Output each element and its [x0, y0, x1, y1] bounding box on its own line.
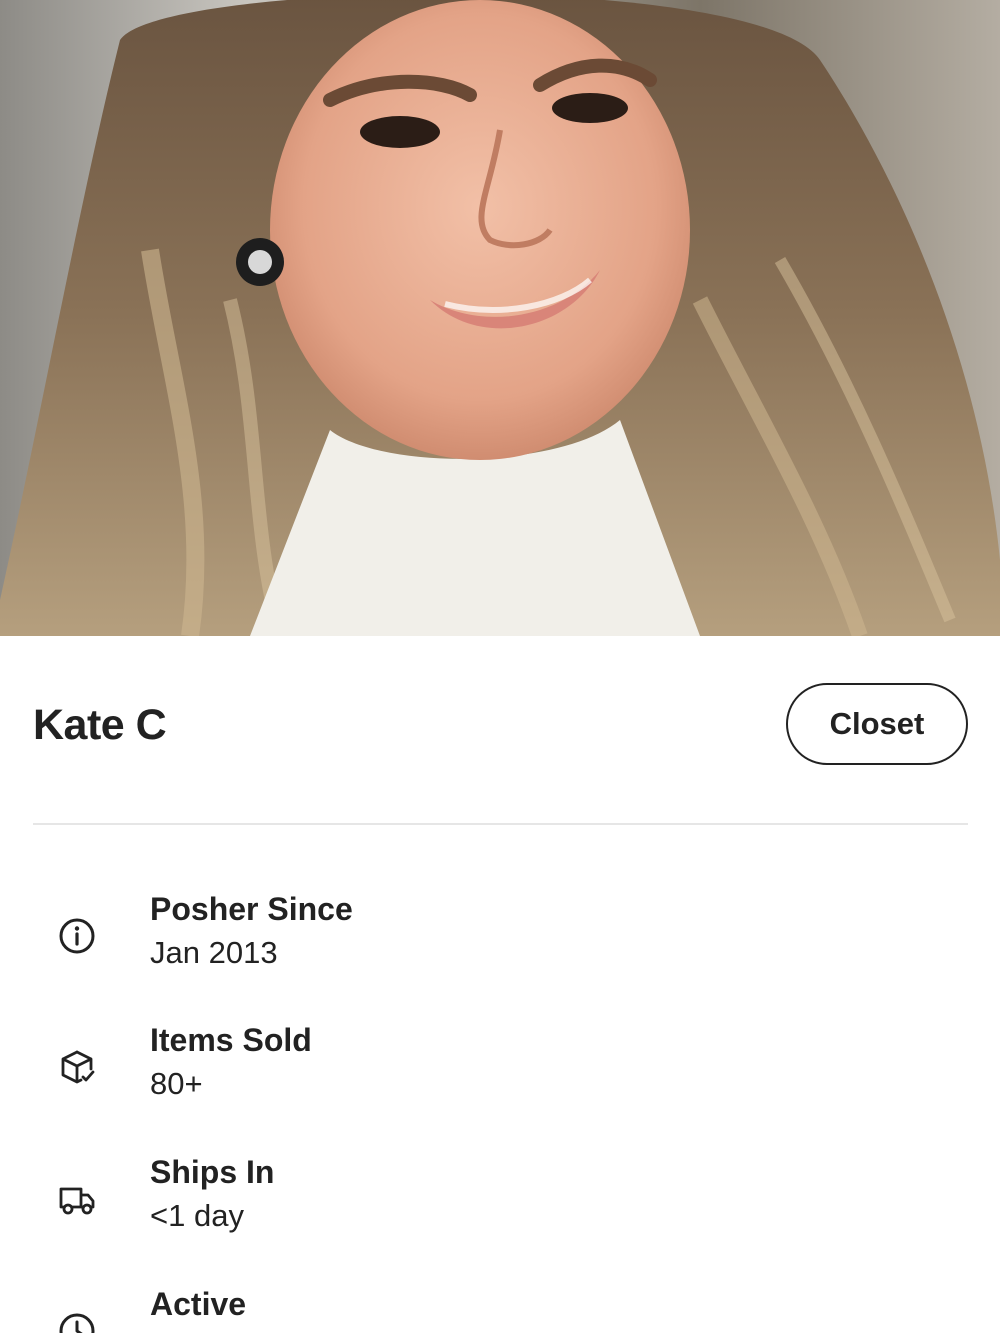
box-check-icon: [57, 1047, 97, 1087]
stat-label: Posher Since: [150, 891, 353, 927]
profile-header: Kate C Closet: [33, 683, 968, 768]
divider: [33, 823, 968, 825]
clock-icon: [57, 1311, 97, 1333]
profile-page: Kate C Closet Posher Since Jan 2013 Item…: [0, 0, 1000, 1333]
stat-label: Active: [150, 1286, 247, 1322]
truck-icon: [57, 1179, 97, 1219]
stat-value: Jan 2013: [150, 935, 278, 970]
stat-label: Items Sold: [150, 1022, 312, 1058]
info-icon: [57, 916, 97, 956]
closet-button[interactable]: Closet: [786, 683, 968, 765]
stat-active: Active: [0, 1286, 1000, 1333]
stat-posher-since: Posher Since Jan 2013: [0, 891, 1000, 1001]
stat-ships-in: Ships In <1 day: [0, 1154, 1000, 1264]
stat-label: Ships In: [150, 1154, 275, 1190]
user-name: Kate C: [33, 701, 167, 749]
stat-value: 80+: [150, 1066, 203, 1101]
stat-items-sold: Items Sold 80+: [0, 1022, 1000, 1132]
stat-value: <1 day: [150, 1198, 244, 1233]
profile-photo: [0, 0, 1000, 636]
